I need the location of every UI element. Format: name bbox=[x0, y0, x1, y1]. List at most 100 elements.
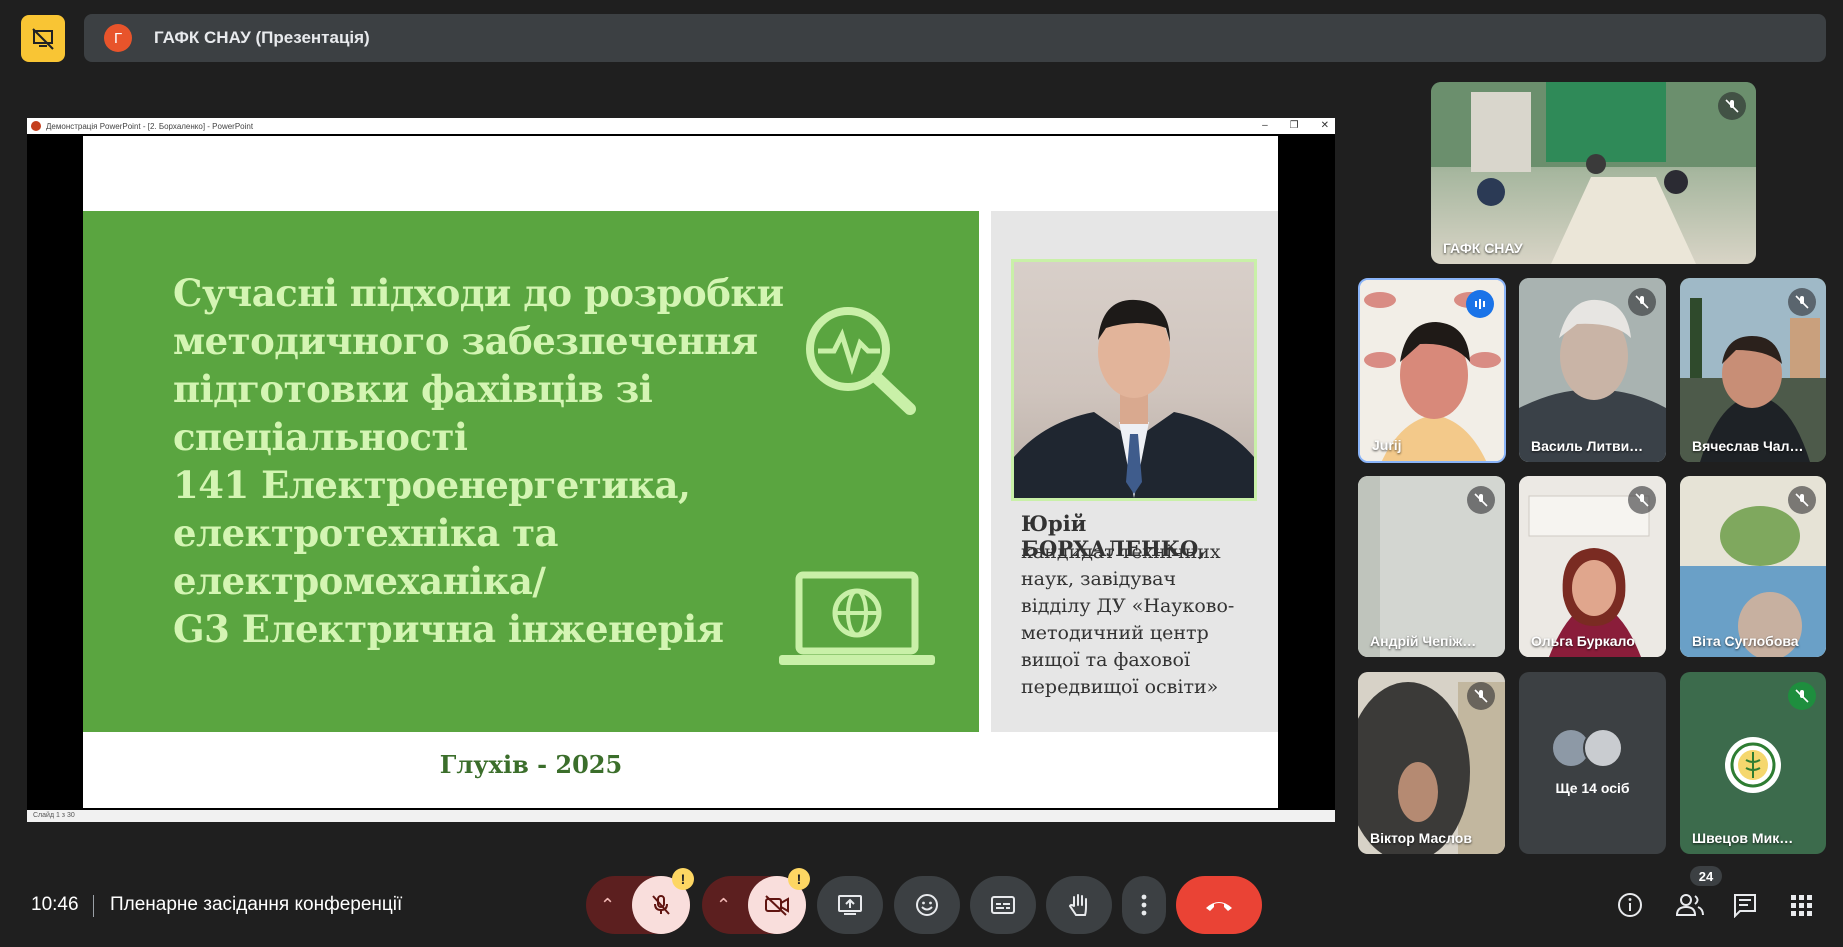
participant-tile-more[interactable]: Ще 14 осіб bbox=[1519, 672, 1666, 854]
slide-city-year: Глухів - 2025 bbox=[439, 750, 623, 779]
participant-count-badge: 24 bbox=[1690, 866, 1722, 886]
speaking-indicator-icon bbox=[1466, 290, 1494, 318]
speaker-desc-line: методичний центр bbox=[1021, 622, 1209, 644]
powerpoint-logo-icon bbox=[31, 121, 41, 131]
top-bar: Г ГАФК СНАУ (Презентація) bbox=[0, 0, 1843, 76]
slide-green-panel: Сучасні підходи до розробки методичного … bbox=[83, 211, 979, 732]
end-call-icon bbox=[1206, 902, 1232, 911]
speaker-desc-line: відділу ДУ «Науково- bbox=[1021, 595, 1235, 617]
mic-off-icon bbox=[652, 895, 670, 915]
chevron-up-icon[interactable]: ⌃ bbox=[716, 895, 731, 916]
chat-icon bbox=[1734, 894, 1756, 918]
slide-title-line: G3 Електрична інженерія bbox=[173, 607, 724, 651]
presenter-avatar: Г bbox=[104, 24, 132, 52]
hand-icon bbox=[1068, 894, 1087, 916]
separator bbox=[93, 895, 94, 917]
participant-tile[interactable]: Швецов Мик… bbox=[1680, 672, 1826, 854]
present-screen-icon bbox=[838, 895, 862, 915]
emoji-icon bbox=[916, 894, 938, 916]
slide-title-line: методичного забезпечення bbox=[173, 319, 758, 363]
slide-title-line: 141 Електроенергетика, bbox=[173, 463, 691, 507]
more-participants-label: Ще 14 осіб bbox=[1555, 780, 1630, 796]
powerpoint-status-bar: Слайд 1 з 30 bbox=[27, 810, 1335, 822]
clock: 10:46 bbox=[31, 894, 79, 915]
slide-title-line: Сучасні підходи до розробки bbox=[173, 271, 784, 315]
speaker-description: кандидат технічних наук, завідувач відді… bbox=[1021, 539, 1271, 701]
participant-name: Віктор Маслов bbox=[1370, 830, 1472, 846]
participant-name: Андрій Чепіж… bbox=[1370, 633, 1477, 649]
minimize-icon[interactable]: – bbox=[1262, 120, 1268, 131]
magnifier-pulse-icon bbox=[806, 307, 916, 415]
captions-button[interactable] bbox=[970, 876, 1036, 934]
slide-title-line: підготовки фахівців зі bbox=[173, 367, 653, 411]
shared-screen: Демонстрація PowerPoint - [2. Борхаленко… bbox=[27, 118, 1335, 822]
close-icon[interactable]: ✕ bbox=[1321, 120, 1329, 131]
participant-tile[interactable]: Jurij bbox=[1358, 278, 1506, 463]
slide-title-line: спеціальності bbox=[173, 415, 468, 459]
restore-icon[interactable]: ❐ bbox=[1290, 120, 1299, 131]
chat-button[interactable] bbox=[1730, 890, 1760, 920]
presentation-title: ГАФК СНАУ (Презентація) bbox=[154, 28, 370, 47]
warning-icon: ! bbox=[672, 868, 694, 890]
participant-tile[interactable]: Андрій Чепіж… bbox=[1358, 476, 1505, 657]
participant-name: Василь Литви… bbox=[1531, 438, 1644, 454]
camera-off-icon bbox=[765, 895, 789, 916]
slide-speaker-panel: Юрій БОРХАЛЕНКО, кандидат технічних наук… bbox=[991, 211, 1278, 732]
activities-button[interactable] bbox=[1786, 890, 1816, 920]
mic-off-icon bbox=[1788, 682, 1816, 710]
slide-title: Сучасні підходи до розробки методичного … bbox=[173, 269, 793, 653]
meeting-title: Пленарне засідання конференції bbox=[110, 894, 403, 915]
avatar bbox=[1583, 728, 1623, 768]
presentation-title-bar[interactable]: Г ГАФК СНАУ (Презентація) bbox=[84, 14, 1826, 62]
powerpoint-window-title: Демонстрація PowerPoint - [2. Борхаленко… bbox=[46, 121, 254, 131]
participant-name: Швецов Мик… bbox=[1692, 830, 1794, 846]
info-icon bbox=[1618, 893, 1642, 917]
participant-name: Вячеслав Чал… bbox=[1692, 438, 1804, 454]
apps-grid-icon bbox=[1791, 895, 1812, 916]
camera-control[interactable]: ⌃ ! bbox=[702, 868, 810, 934]
more-vert-icon bbox=[1141, 894, 1147, 916]
meeting-control-bar: 10:46 Пленарне засідання конференції ⌃ !… bbox=[0, 864, 1843, 947]
captions-icon bbox=[991, 896, 1015, 914]
participant-name: Jurij bbox=[1372, 437, 1402, 453]
mic-off-icon bbox=[1628, 288, 1656, 316]
leave-call-button[interactable] bbox=[1176, 876, 1262, 934]
laptop-globe-icon bbox=[779, 571, 935, 665]
participant-name: Віта Суглобова bbox=[1692, 633, 1799, 649]
speaker-desc-line: передвищої освіти» bbox=[1021, 676, 1219, 698]
mic-off-icon bbox=[1788, 288, 1816, 316]
mic-off-icon bbox=[1628, 486, 1656, 514]
powerpoint-title-bar: Демонстрація PowerPoint - [2. Борхаленко… bbox=[27, 118, 1335, 134]
raise-hand-button[interactable] bbox=[1046, 876, 1112, 934]
participant-name: Ольга Буркало bbox=[1531, 633, 1635, 649]
participant-tile[interactable]: Віта Суглобова bbox=[1680, 476, 1826, 657]
participant-tile[interactable]: Віктор Маслов bbox=[1358, 672, 1505, 854]
participant-tile[interactable]: Ольга Буркало bbox=[1519, 476, 1666, 657]
speaker-desc-line: наук, завідувач bbox=[1021, 568, 1177, 590]
meeting-info-button[interactable] bbox=[1615, 890, 1645, 920]
participant-tile[interactable]: Василь Литви… bbox=[1519, 278, 1666, 462]
people-button[interactable] bbox=[1673, 890, 1707, 920]
mic-off-icon bbox=[1467, 486, 1495, 514]
microphone-control[interactable]: ⌃ ! bbox=[586, 868, 694, 934]
speaker-photo bbox=[1011, 259, 1257, 501]
mic-off-icon bbox=[1467, 682, 1495, 710]
mic-off-icon bbox=[1718, 92, 1746, 120]
mic-off-icon bbox=[1788, 486, 1816, 514]
slide-title-line: електромеханіка/ bbox=[173, 559, 546, 603]
participant-name: ГАФК СНАУ bbox=[1443, 240, 1523, 256]
presentation-icon[interactable] bbox=[21, 15, 65, 62]
more-options-button[interactable] bbox=[1122, 876, 1166, 934]
people-icon bbox=[1675, 894, 1704, 916]
speaker-desc-line: вищої та фахової bbox=[1021, 649, 1191, 671]
warning-icon: ! bbox=[788, 868, 810, 890]
avatar bbox=[1725, 737, 1781, 793]
present-screen-button[interactable] bbox=[817, 876, 883, 934]
slide: Сучасні підходи до розробки методичного … bbox=[83, 136, 1278, 808]
slide-title-line: електротехніка та bbox=[173, 511, 559, 555]
participant-tile[interactable]: Вячеслав Чал… bbox=[1680, 278, 1826, 462]
chevron-up-icon[interactable]: ⌃ bbox=[600, 895, 615, 916]
reactions-button[interactable] bbox=[894, 876, 960, 934]
participant-tile-main[interactable]: ГАФК СНАУ bbox=[1431, 82, 1756, 264]
speaker-desc-line: кандидат технічних bbox=[1021, 541, 1221, 563]
